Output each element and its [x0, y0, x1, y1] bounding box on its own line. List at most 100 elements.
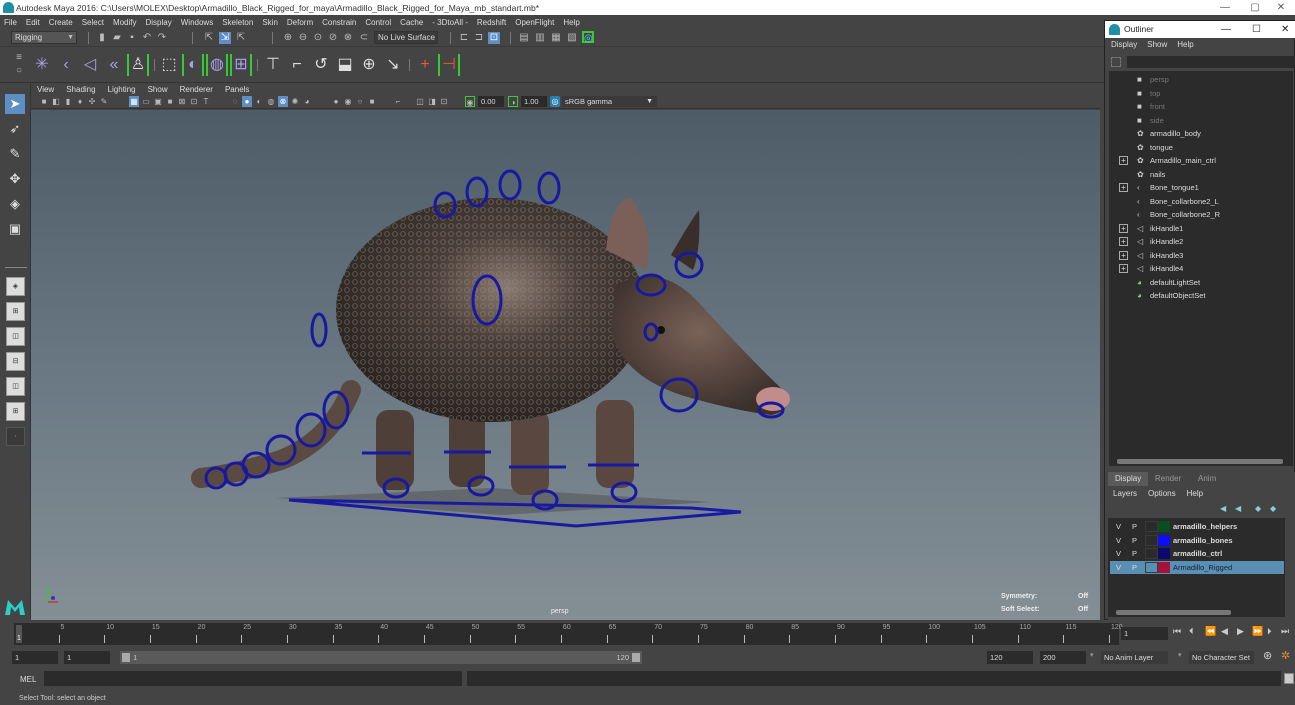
- playback-start-field[interactable]: 1: [64, 651, 110, 664]
- menu-modify[interactable]: Modify: [113, 18, 137, 27]
- animation-preferences-icon[interactable]: ✲: [1281, 649, 1290, 662]
- menu-create[interactable]: Create: [49, 18, 73, 27]
- xray-active-components-icon[interactable]: ◨: [427, 96, 437, 107]
- layer-row-selected[interactable]: V P Armadillo_Rigged: [1110, 561, 1284, 574]
- viewport-menu-panels[interactable]: Panels: [225, 85, 249, 94]
- new-empty-layer-icon[interactable]: ◆: [1255, 504, 1261, 513]
- step-forward-frame-icon[interactable]: ⏵: [1267, 626, 1272, 637]
- expand-icon[interactable]: +: [1119, 224, 1128, 233]
- play-backwards-icon[interactable]: ◀: [1221, 626, 1228, 637]
- ik-handle-icon[interactable]: ‹: [55, 54, 77, 76]
- outliner-item[interactable]: + ‹ Bone_tongue1: [1109, 181, 1289, 194]
- select-hierarchy-icon[interactable]: ⇱: [203, 32, 215, 44]
- 2d-pan-zoom-icon[interactable]: ✣: [87, 96, 97, 107]
- outliner-item[interactable]: ■ front: [1109, 100, 1289, 113]
- menu-skin[interactable]: Skin: [262, 18, 278, 27]
- menu-3dtoall[interactable]: - 3DtoAll -: [432, 18, 468, 27]
- menu-display[interactable]: Display: [146, 18, 172, 27]
- layer-menu-help[interactable]: Help: [1187, 489, 1203, 498]
- custom-layout-icon[interactable]: ·: [6, 427, 25, 446]
- tab-display[interactable]: Display: [1108, 472, 1149, 486]
- playback-toggle[interactable]: P: [1132, 561, 1137, 574]
- color-space-dropdown[interactable]: sRGB gamma ▼: [562, 96, 657, 107]
- color-management-icon[interactable]: ◎: [550, 96, 560, 107]
- persp-graph-layout-icon[interactable]: ⊟: [6, 352, 25, 371]
- outliner-item[interactable]: + ◁ ikHandle3: [1109, 249, 1289, 262]
- layer-row[interactable]: V Parmadillo_ctrl: [1110, 547, 1284, 560]
- image-plane-icon[interactable]: ♦: [75, 96, 85, 107]
- camera-select-icon[interactable]: ■: [39, 96, 49, 107]
- menu-redshift[interactable]: Redshift: [477, 18, 506, 27]
- menu-cache[interactable]: Cache: [400, 18, 423, 27]
- playback-end-field[interactable]: 120: [987, 651, 1033, 664]
- outliner-item[interactable]: ‹ Bone_collarbone2_R: [1109, 208, 1289, 221]
- visibility-toggle[interactable]: V: [1116, 547, 1121, 560]
- layer-color-swatch[interactable]: [1158, 562, 1170, 573]
- snap-point-icon[interactable]: ⊙: [312, 32, 324, 44]
- wireframe-on-shaded-icon[interactable]: ◍: [266, 96, 276, 107]
- command-language-label[interactable]: MEL: [20, 675, 36, 684]
- xray-joints-icon[interactable]: ⊡: [439, 96, 449, 107]
- undo-icon[interactable]: ↶: [141, 32, 153, 44]
- construction-history-icon[interactable]: ⊡: [488, 32, 500, 44]
- time-slider[interactable]: 1 5 10 15 20 25 30 35 40 45 50 55 60 65 70 75 80 85 90 95 1…: [14, 623, 1123, 645]
- ik-spline-icon[interactable]: ◁: [79, 54, 101, 76]
- safe-title-icon[interactable]: T: [201, 96, 211, 107]
- viewport-menu-view[interactable]: View: [37, 85, 54, 94]
- expand-icon[interactable]: +: [1119, 237, 1128, 246]
- outliner-item[interactable]: ✿ nails: [1109, 168, 1289, 181]
- range-slider[interactable]: 1 120: [120, 651, 642, 664]
- paint-weights-icon[interactable]: ◍: [206, 54, 228, 76]
- locator-icon[interactable]: +: [414, 54, 436, 76]
- close-button[interactable]: ✕: [1266, 0, 1295, 15]
- select-tool-icon[interactable]: ➤: [5, 94, 25, 114]
- menu-windows[interactable]: Windows: [181, 18, 213, 27]
- scale-tool-icon[interactable]: ▣: [5, 219, 25, 239]
- gamma-field[interactable]: 1.00: [521, 96, 547, 107]
- menu-constrain[interactable]: Constrain: [322, 18, 356, 27]
- minimize-button[interactable]: —: [1210, 0, 1240, 15]
- expand-icon[interactable]: +: [1119, 183, 1128, 192]
- layer-horizontal-scrollbar[interactable]: [1108, 608, 1285, 617]
- tab-render[interactable]: Render: [1148, 472, 1188, 486]
- outliner-item[interactable]: ◕ defaultObjectSet: [1109, 289, 1289, 302]
- maya-home-icon[interactable]: [4, 596, 26, 616]
- outliner-item[interactable]: + ✿ Armadillo_main_ctrl: [1109, 154, 1289, 167]
- step-back-key-icon[interactable]: ⏪: [1205, 626, 1216, 637]
- snap-grid-icon[interactable]: ⊕: [282, 32, 294, 44]
- move-layer-down-icon[interactable]: ◀: [1235, 504, 1241, 513]
- xray-icon[interactable]: ◫: [415, 96, 425, 107]
- move-layer-up-icon[interactable]: ◀: [1220, 504, 1226, 513]
- auto-key-icon[interactable]: ⊛: [1263, 649, 1272, 662]
- create-joint-icon[interactable]: ✳: [31, 54, 53, 76]
- outliner-horizontal-scrollbar[interactable]: [1109, 457, 1293, 466]
- aim-constraint-icon[interactable]: ⊕: [358, 54, 380, 76]
- shelf-settings-icon[interactable]: ○: [13, 65, 25, 77]
- camera-attributes-icon[interactable]: ◧: [51, 96, 61, 107]
- move-tool-icon[interactable]: ✥: [5, 169, 25, 189]
- step-back-frame-icon[interactable]: ⏴: [1189, 626, 1194, 637]
- new-scene-icon[interactable]: ▮: [96, 32, 108, 44]
- visibility-toggle[interactable]: V: [1116, 520, 1121, 533]
- two-pane-side-layout-icon[interactable]: ◫: [6, 327, 25, 346]
- isolate-select-icon[interactable]: ⌐: [393, 96, 403, 107]
- layer-menu-options[interactable]: Options: [1148, 489, 1176, 498]
- playback-toggle[interactable]: P: [1132, 547, 1137, 560]
- persp-graph-hypergraph-layout-icon[interactable]: ⊞: [6, 402, 25, 421]
- outliner-maximize-button[interactable]: ☐: [1252, 21, 1261, 38]
- command-input[interactable]: [44, 671, 462, 686]
- film-gate-icon[interactable]: ▭: [141, 96, 151, 107]
- menu-edit[interactable]: Edit: [26, 18, 40, 27]
- output-ops-icon[interactable]: ⊐: [473, 32, 485, 44]
- step-forward-key-icon[interactable]: ⏩: [1252, 626, 1263, 637]
- tab-anim[interactable]: Anim: [1191, 472, 1223, 486]
- layer-color-swatch[interactable]: [1158, 521, 1170, 532]
- shelf-menu-icon[interactable]: ≡: [13, 52, 25, 64]
- lasso-tool-icon[interactable]: ➶: [5, 119, 25, 139]
- scale-constraint-icon[interactable]: ⬓: [334, 54, 356, 76]
- resolution-gate-icon[interactable]: ▣: [153, 96, 163, 107]
- scrollbar-thumb[interactable]: [1116, 610, 1231, 615]
- menu-openflight[interactable]: OpenFlight: [515, 18, 554, 27]
- smooth-shade-icon[interactable]: ●: [242, 96, 252, 107]
- go-to-end-icon[interactable]: ⏭: [1281, 626, 1289, 637]
